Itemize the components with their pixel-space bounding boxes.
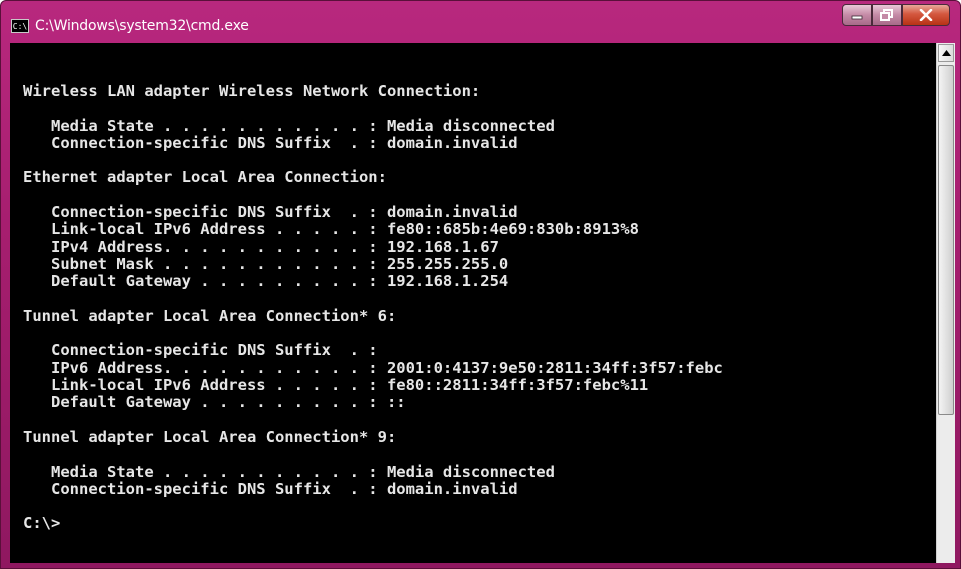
cmd-window: C:\ C:\Windows\system32\cmd.exe Wireless…: [0, 0, 961, 569]
console-line: Connection-specific DNS Suffix . : domai…: [23, 133, 518, 152]
console-line: Ethernet adapter Local Area Connection:: [23, 168, 387, 187]
maximize-icon: [880, 9, 893, 21]
console-line: Default Gateway . . . . . . . . . : 192.…: [23, 272, 509, 291]
scroll-up-button[interactable]: [938, 44, 954, 62]
console-line: Link-local IPv6 Address . . . . . : fe80…: [23, 376, 649, 395]
minimize-icon: [851, 15, 863, 20]
console-line: IPv4 Address. . . . . . . . . . . : 192.…: [23, 237, 499, 256]
close-button[interactable]: [902, 4, 950, 26]
console-line: Tunnel adapter Local Area Connection* 6:: [23, 306, 397, 325]
window-title: C:\Windows\system32\cmd.exe: [35, 18, 249, 34]
console-line: Wireless LAN adapter Wireless Network Co…: [23, 82, 481, 100]
console-area[interactable]: Wireless LAN adapter Wireless Network Co…: [10, 43, 936, 563]
window-controls: [842, 4, 950, 26]
console-line: Media State . . . . . . . . . . . : Medi…: [23, 116, 555, 135]
minimize-button[interactable]: [842, 4, 872, 26]
cmd-app-icon[interactable]: C:\: [11, 19, 29, 33]
console-line: Tunnel adapter Local Area Connection* 9:: [23, 427, 397, 446]
console-line: Link-local IPv6 Address . . . . . : fe80…: [23, 220, 639, 239]
close-icon: [919, 9, 933, 21]
console-line: Connection-specific DNS Suffix . :: [23, 341, 378, 360]
console-line: Default Gateway . . . . . . . . . : ::: [23, 393, 406, 412]
console-line: Media State . . . . . . . . . . . : Medi…: [23, 462, 555, 481]
console-line: Connection-specific DNS Suffix . : domai…: [23, 203, 518, 222]
scroll-thumb[interactable]: [938, 65, 954, 415]
vertical-scrollbar[interactable]: [936, 43, 955, 563]
arrow-up-icon: [941, 50, 951, 56]
command-prompt: C:\>: [23, 514, 61, 533]
console-line: Connection-specific DNS Suffix . : domai…: [23, 479, 518, 498]
title-bar[interactable]: C:\ C:\Windows\system32\cmd.exe: [1, 1, 960, 43]
console-output: Wireless LAN adapter Wireless Network Co…: [23, 82, 723, 533]
maximize-button[interactable]: [872, 4, 902, 26]
console-line: IPv6 Address. . . . . . . . . . . : 2001…: [23, 358, 723, 377]
console-line: Subnet Mask . . . . . . . . . . . : 255.…: [23, 254, 509, 273]
